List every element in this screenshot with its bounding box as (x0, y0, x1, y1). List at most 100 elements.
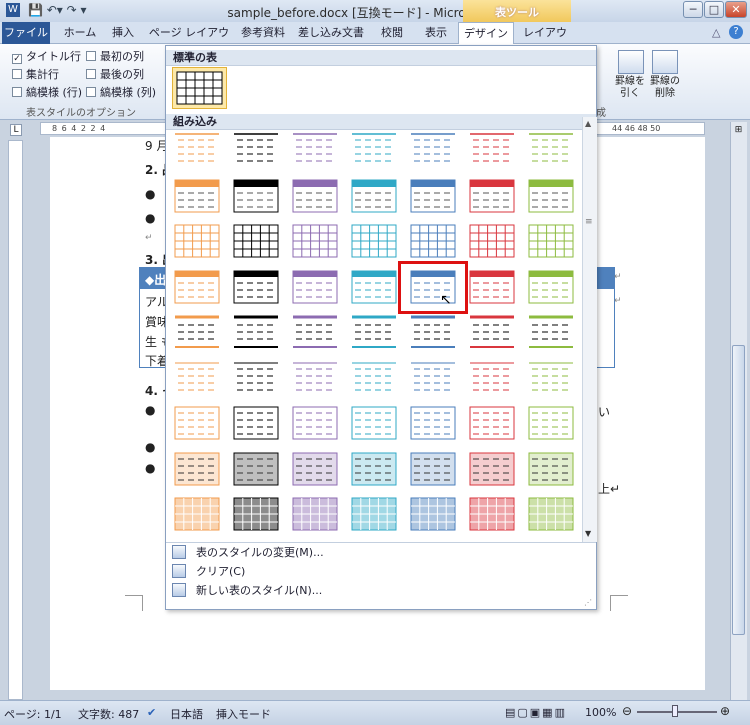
status-insert-mode[interactable]: 挿入モード (216, 706, 271, 722)
table-style-thumbnail[interactable] (468, 314, 516, 350)
table-style-thumbnail[interactable] (291, 269, 339, 305)
scroll-down-icon[interactable]: ▼ (585, 529, 591, 538)
table-style-thumbnail[interactable] (527, 496, 575, 532)
table-style-thumbnail[interactable] (291, 178, 339, 214)
table-style-thumbnail[interactable] (409, 496, 457, 532)
table-style-thumbnail[interactable] (232, 132, 280, 168)
menu-clear[interactable]: クリア(C) (172, 562, 245, 581)
table-style-thumbnail[interactable] (173, 132, 221, 168)
scrollbar-thumb[interactable] (732, 345, 745, 635)
draw-borders-button[interactable]: 罫線を 引く (611, 76, 649, 100)
zoom-in-icon[interactable]: ⊕ (720, 704, 730, 718)
minimize-button[interactable]: ─ (683, 1, 703, 18)
resize-grip-icon[interactable]: ⋰ (584, 598, 592, 607)
table-style-thumbnail[interactable] (527, 451, 575, 487)
table-style-thumbnail[interactable] (173, 269, 221, 305)
table-style-thumbnail[interactable] (232, 496, 280, 532)
table-style-thumbnail[interactable] (173, 405, 221, 441)
table-style-thumbnail[interactable] (350, 451, 398, 487)
table-style-thumbnail[interactable] (468, 132, 516, 168)
tab-layout[interactable]: レイアウト (518, 22, 572, 61)
erase-borders-button[interactable]: 罫線の 削除 (646, 76, 684, 100)
table-style-thumbnail[interactable] (409, 405, 457, 441)
table-style-thumbnail[interactable] (232, 314, 280, 350)
status-language[interactable]: 日本語 (170, 706, 203, 722)
table-style-thumbnail[interactable] (527, 405, 575, 441)
table-style-thumbnail[interactable] (468, 496, 516, 532)
table-style-thumbnail[interactable] (173, 360, 221, 396)
ruler-toggle-icon[interactable]: ⊞ (731, 125, 746, 139)
style-table-grid[interactable] (172, 67, 227, 109)
table-style-thumbnail[interactable] (409, 314, 457, 350)
menu-modify-table-style[interactable]: 表のスタイルの変更(M)... (172, 543, 324, 562)
tab-page-layout[interactable]: ページ レイアウト (148, 22, 230, 61)
table-style-thumbnail[interactable] (527, 269, 575, 305)
table-style-thumbnail[interactable] (232, 360, 280, 396)
table-style-thumbnail[interactable] (468, 269, 516, 305)
tab-file[interactable]: ファイル (2, 22, 50, 44)
table-style-thumbnail[interactable] (350, 360, 398, 396)
status-word-count[interactable]: 文字数: 487 (78, 706, 139, 722)
table-style-thumbnail[interactable] (468, 223, 516, 259)
table-style-thumbnail[interactable] (409, 451, 457, 487)
table-style-thumbnail[interactable] (468, 451, 516, 487)
table-style-thumbnail[interactable] (173, 314, 221, 350)
table-style-thumbnail[interactable] (291, 314, 339, 350)
table-style-thumbnail[interactable] (527, 132, 575, 168)
tab-selector-icon[interactable]: L (10, 124, 22, 136)
table-style-thumbnail[interactable] (350, 223, 398, 259)
table-style-thumbnail[interactable] (468, 360, 516, 396)
table-style-thumbnail[interactable] (173, 451, 221, 487)
opt-total-row[interactable]: 集計行 (12, 66, 59, 82)
table-style-thumbnail[interactable] (232, 451, 280, 487)
table-style-thumbnail[interactable] (350, 405, 398, 441)
table-style-thumbnail[interactable] (350, 132, 398, 168)
table-style-thumbnail[interactable] (291, 360, 339, 396)
opt-header-row[interactable]: ✓ タイトル行 (12, 48, 81, 64)
table-style-thumbnail[interactable] (409, 223, 457, 259)
tab-view[interactable]: 表示 (418, 22, 454, 44)
table-style-thumbnail[interactable] (527, 178, 575, 214)
table-style-thumbnail[interactable] (232, 178, 280, 214)
table-style-thumbnail[interactable] (291, 405, 339, 441)
table-style-thumbnail[interactable] (173, 223, 221, 259)
proofing-icon[interactable]: ✔ (147, 706, 156, 719)
status-page[interactable]: ページ: 1/1 (4, 706, 62, 722)
tab-design[interactable]: デザイン (458, 22, 514, 44)
menu-new-table-style[interactable]: 新しい表のスタイル(N)... (172, 581, 322, 600)
scroll-up-icon[interactable]: ▲ (585, 119, 591, 128)
table-style-thumbnail[interactable] (291, 496, 339, 532)
tab-review[interactable]: 校閲 (372, 22, 412, 44)
vertical-ruler[interactable] (8, 140, 23, 700)
tab-home[interactable]: ホーム (60, 22, 100, 44)
tab-insert[interactable]: 挿入 (106, 22, 140, 44)
zoom-out-icon[interactable]: ⊖ (622, 704, 632, 718)
opt-banded-columns[interactable]: 縞模様 (列) (86, 84, 156, 100)
table-style-thumbnail[interactable] (232, 405, 280, 441)
table-style-thumbnail[interactable] (173, 178, 221, 214)
help-icon[interactable]: ? (729, 25, 743, 39)
opt-banded-rows[interactable]: 縞模様 (行) (12, 84, 82, 100)
table-style-thumbnail[interactable] (468, 405, 516, 441)
ribbon-minimize-icon[interactable]: △ (712, 26, 720, 39)
table-style-thumbnail[interactable] (232, 269, 280, 305)
tab-mailings[interactable]: 差し込み文書 (296, 22, 366, 44)
table-style-thumbnail[interactable] (232, 223, 280, 259)
gallery-scrollbar[interactable] (582, 117, 597, 542)
table-style-thumbnail[interactable] (350, 496, 398, 532)
table-style-thumbnail[interactable] (350, 314, 398, 350)
table-style-thumbnail[interactable] (350, 178, 398, 214)
maximize-button[interactable]: □ (704, 1, 724, 18)
table-style-thumbnail[interactable] (350, 269, 398, 305)
close-button[interactable]: ✕ (725, 1, 747, 18)
zoom-level[interactable]: 100% (585, 706, 616, 719)
table-style-thumbnail[interactable] (409, 132, 457, 168)
tab-references[interactable]: 参考資料 (236, 22, 290, 44)
table-style-thumbnail[interactable] (527, 223, 575, 259)
table-style-thumbnail[interactable] (291, 132, 339, 168)
table-style-thumbnail[interactable] (173, 496, 221, 532)
scroll-grip-icon[interactable]: ≡ (585, 217, 593, 227)
opt-first-column[interactable]: 最初の列 (86, 48, 144, 64)
table-style-thumbnail[interactable] (409, 178, 457, 214)
table-style-thumbnail[interactable] (468, 178, 516, 214)
